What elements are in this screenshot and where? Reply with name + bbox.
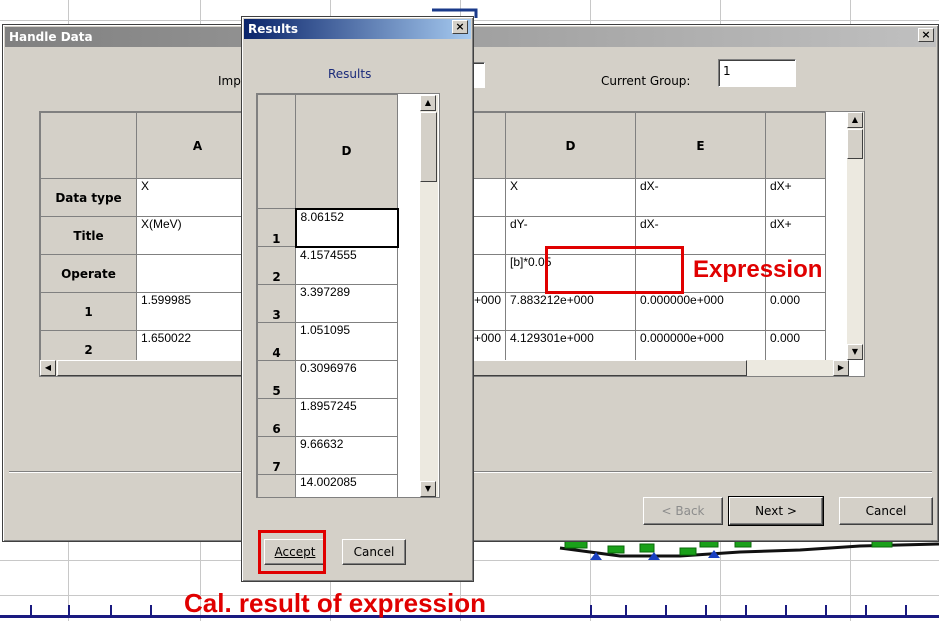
scroll-left-icon[interactable]: ◀ <box>40 360 56 376</box>
row-header[interactable]: Data type <box>40 178 137 217</box>
results-column-header[interactable]: D <box>295 94 398 209</box>
list-item: 4 1.051095 <box>257 322 398 361</box>
next-button[interactable]: Next > <box>728 496 824 526</box>
grid-vertical-scrollbar[interactable]: ▲ ▼ <box>847 112 864 360</box>
scroll-up-icon[interactable]: ▲ <box>847 112 863 128</box>
results-title: Results <box>248 22 299 36</box>
current-group-field[interactable]: 1 <box>718 59 796 87</box>
expression-annotation: Expression <box>693 256 823 283</box>
results-vertical-scrollbar[interactable]: ▲ ▼ <box>420 95 438 497</box>
expression-highlight-box <box>545 246 684 294</box>
results-vscroll-thumb[interactable] <box>420 112 437 182</box>
grid-cell[interactable]: dX+ <box>765 216 826 255</box>
result-value-cell[interactable]: 9.66632 <box>295 436 398 475</box>
list-item: 7 9.66632 <box>257 436 398 475</box>
result-value-cell[interactable]: 8.06152 <box>294 207 399 248</box>
close-icon[interactable]: × <box>452 20 468 34</box>
grid-cell[interactable]: dX+ <box>765 178 826 217</box>
scroll-down-icon[interactable]: ▼ <box>420 481 436 497</box>
row-header[interactable]: 5 <box>257 360 296 399</box>
cancel-button[interactable]: Cancel <box>839 497 933 525</box>
row-header[interactable]: 4 <box>257 322 296 361</box>
scroll-up-icon[interactable]: ▲ <box>420 95 436 111</box>
result-value-cell[interactable]: 14.002085 <box>295 474 398 497</box>
cal-result-annotation: Cal. result of expression <box>184 588 486 618</box>
list-item: 6 1.8957245 <box>257 398 398 437</box>
handle-data-title: Handle Data <box>9 30 93 44</box>
results-titlebar[interactable]: Results <box>244 19 471 39</box>
row-header[interactable]: 7 <box>257 436 296 475</box>
column-header-e[interactable]: E <box>635 112 766 179</box>
result-value-cell[interactable]: 0.3096976 <box>295 360 398 399</box>
column-header-d[interactable]: D <box>505 112 636 179</box>
scroll-down-icon[interactable]: ▼ <box>847 344 863 360</box>
result-value-cell[interactable]: 1.8957245 <box>295 398 398 437</box>
row-header[interactable]: 1 <box>257 208 296 247</box>
back-button[interactable]: < Back <box>643 497 723 525</box>
row-header[interactable]: Title <box>40 216 137 255</box>
scroll-right-icon[interactable]: ▶ <box>833 360 849 376</box>
row-header[interactable]: 2 <box>257 246 296 285</box>
results-corner-cell <box>257 94 296 209</box>
row-header[interactable]: 1 <box>40 292 137 331</box>
close-icon[interactable]: × <box>918 28 934 42</box>
row-header[interactable]: 6 <box>257 398 296 437</box>
grid-cell[interactable]: dX- <box>635 178 766 217</box>
results-dialog: Results × Results D 1 8.06152 2 4.157455… <box>241 16 474 582</box>
accept-highlight-box <box>258 530 326 574</box>
row-header[interactable]: 3 <box>257 284 296 323</box>
grid-corner-cell <box>40 112 137 179</box>
grid-cell[interactable]: X <box>505 178 636 217</box>
list-item: 8 14.002085 <box>257 474 398 497</box>
list-item: 1 8.06152 <box>257 207 399 248</box>
grid-cell[interactable]: 0.000000e+000 <box>635 292 766 331</box>
list-item: 2 4.1574555 <box>257 246 398 285</box>
result-value-cell[interactable]: 4.1574555 <box>295 246 398 285</box>
result-value-cell[interactable]: 1.051095 <box>295 322 398 361</box>
list-item: 3 3.397289 <box>257 284 398 323</box>
row-header[interactable]: Operate <box>40 254 137 293</box>
import-label: Imp <box>218 74 241 88</box>
current-group-label: Current Group: <box>601 74 691 88</box>
results-cancel-button[interactable]: Cancel <box>342 539 406 565</box>
grid-cell[interactable]: 7.883212e+000 <box>505 292 636 331</box>
results-heading: Results <box>328 67 372 81</box>
results-table: D 1 8.06152 2 4.1574555 3 3.397289 4 1.0… <box>257 94 399 497</box>
grid-vscroll-thumb[interactable] <box>847 129 863 159</box>
results-grid: D 1 8.06152 2 4.1574555 3 3.397289 4 1.0… <box>256 93 440 498</box>
grid-cell[interactable]: 0.000 <box>765 292 826 331</box>
column-header-f[interactable] <box>765 112 826 179</box>
row-header[interactable]: 8 <box>257 474 296 497</box>
result-value-cell[interactable]: 3.397289 <box>295 284 398 323</box>
list-item: 5 0.3096976 <box>257 360 398 399</box>
